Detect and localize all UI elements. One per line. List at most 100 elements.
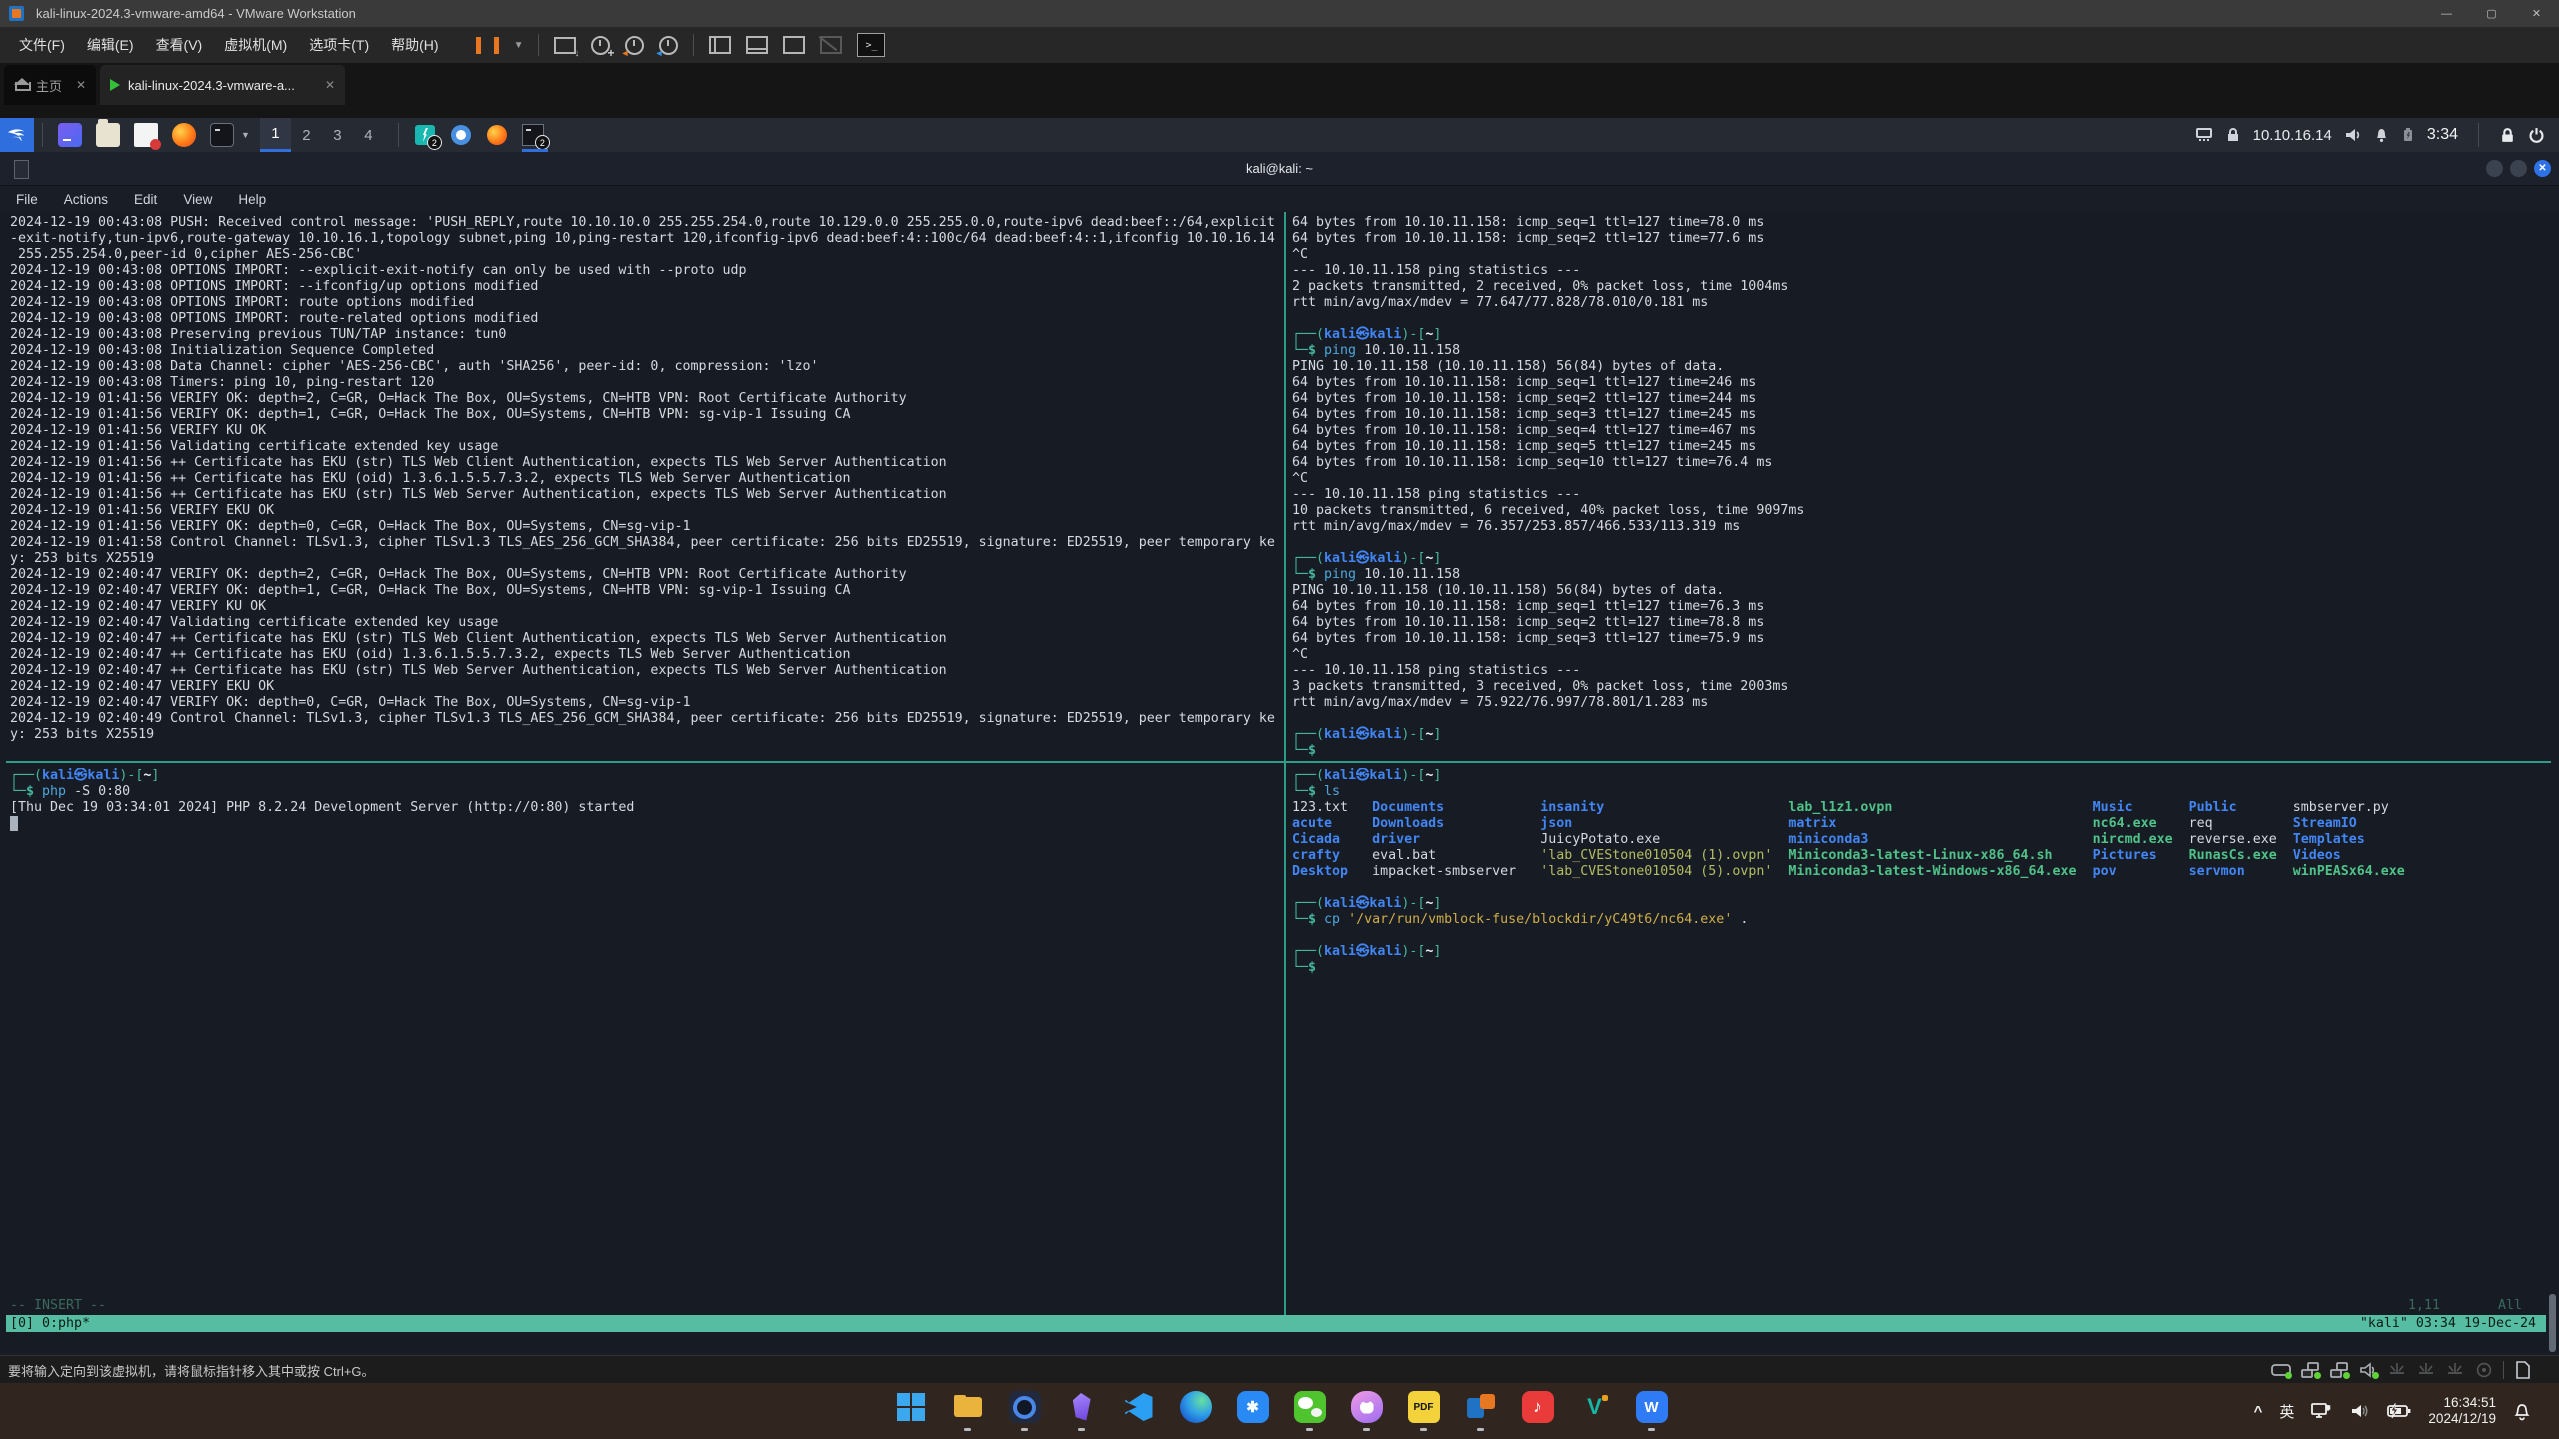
tray-notifications-bell-icon[interactable]: [2513, 1402, 2531, 1421]
device-cdrom-icon[interactable]: [2474, 1361, 2494, 1379]
device-usb-icon[interactable]: [2445, 1361, 2465, 1379]
terminal-menu-item[interactable]: View: [183, 192, 212, 207]
device-network-adapter2-icon[interactable]: [2329, 1361, 2349, 1379]
taskbar-vmware-icon[interactable]: [1464, 1389, 1497, 1433]
launcher-qterminal-icon[interactable]: [58, 123, 82, 147]
taskbar-netease-music-icon[interactable]: ♪: [1521, 1389, 1554, 1433]
terminal-menu-item[interactable]: Edit: [134, 192, 157, 207]
terminal-scrollbar[interactable]: [2549, 1294, 2556, 1352]
vim-cursor-position: 1,11: [2408, 1298, 2440, 1313]
workspace-1[interactable]: 1: [260, 118, 291, 152]
workspace-4[interactable]: 4: [353, 118, 384, 152]
taskbar-wechat-icon[interactable]: [1293, 1389, 1326, 1433]
vmware-menu-item[interactable]: 文件(F): [8, 35, 76, 55]
taskbar-vscode-icon[interactable]: [1122, 1389, 1155, 1433]
suspend-vm-button[interactable]: [476, 37, 499, 54]
device-network-adapter-icon[interactable]: [2300, 1361, 2320, 1379]
pane-bottom-left[interactable]: ┌──(kali㉿kali)-[~] └─$ php -S 0:80 [Thu …: [10, 768, 1282, 1293]
vmware-toolbar: ▼ >_: [476, 33, 886, 57]
console-view-button[interactable]: >_: [857, 33, 885, 57]
tray-hidden-icons-chevron[interactable]: ^: [2254, 1403, 2263, 1420]
vpn-lock-icon[interactable]: [2225, 127, 2241, 143]
terminal-menu-item[interactable]: Help: [238, 192, 266, 207]
tab-vm-kali[interactable]: kali-linux-2024.3-vmware-a... ✕: [100, 65, 345, 105]
device-harddisk-icon[interactable]: [2271, 1361, 2291, 1379]
tray-clock[interactable]: 16:34:51 2024/12/19: [2428, 1395, 2496, 1427]
window-close-button[interactable]: ✕: [2514, 0, 2559, 27]
taskbar-obsidian-icon[interactable]: [1065, 1389, 1098, 1433]
taskbar-clash-cat-icon[interactable]: [1350, 1389, 1383, 1433]
device-usb-icon[interactable]: [2387, 1361, 2407, 1379]
tray-terminal-icon[interactable]: 2: [520, 118, 546, 152]
tmux-horizontal-border[interactable]: [6, 761, 2551, 763]
taskbar-qq-icon[interactable]: ✱: [1236, 1389, 1269, 1433]
terminal-title: kali@kali: ~: [0, 152, 2559, 185]
manage-snapshots-button[interactable]: [659, 36, 678, 55]
taskbar-v2ray-icon[interactable]: V: [1578, 1389, 1611, 1433]
tray-battery-icon[interactable]: [2387, 1403, 2411, 1419]
terminal-menu-item[interactable]: Actions: [64, 192, 108, 207]
workspace-3[interactable]: 3: [322, 118, 353, 152]
volume-icon[interactable]: [2344, 127, 2362, 143]
tab-home[interactable]: 主页 ✕: [4, 65, 96, 105]
tray-power-manager-icon[interactable]: 2: [412, 118, 438, 152]
pane-top-left[interactable]: 2024-12-19 00:43:08 PUSH: Received contr…: [10, 215, 1282, 760]
power-button-icon[interactable]: [2528, 127, 2545, 144]
obsidian-icon: [1066, 1391, 1098, 1423]
vim-scroll-indicator: All: [2498, 1298, 2522, 1313]
panel-clock[interactable]: 3:34: [2427, 126, 2458, 144]
vmware-device-icons: [2271, 1361, 2559, 1379]
vmware-menu-item[interactable]: 查看(V): [145, 35, 214, 55]
tmux-vertical-border[interactable]: [1284, 212, 1286, 1315]
launcher-file-manager-icon[interactable]: [96, 123, 120, 147]
window-maximize-button[interactable]: ▢: [2469, 0, 2514, 27]
tray-chromium-icon[interactable]: [448, 118, 474, 152]
show-thumbnail-bar-button[interactable]: [746, 36, 768, 54]
fullscreen-button[interactable]: [783, 36, 805, 54]
running-indicator: [1306, 1428, 1313, 1431]
revert-snapshot-button[interactable]: [625, 36, 644, 55]
kali-applications-button[interactable]: [0, 118, 34, 152]
pane-top-right[interactable]: 64 bytes from 10.10.11.158: icmp_seq=1 t…: [1292, 215, 2547, 760]
window-minimize-button[interactable]: —: [2424, 0, 2469, 27]
vmware-menu-item[interactable]: 虚拟机(M): [213, 35, 298, 55]
tmux-session-window[interactable]: [0] 0:php*: [6, 1316, 90, 1331]
screen-lock-icon[interactable]: [2499, 127, 2516, 144]
launcher-firefox-icon[interactable]: [172, 123, 196, 147]
notifications-bell-icon[interactable]: [2374, 127, 2389, 143]
vmware-message-icon[interactable]: [2513, 1361, 2533, 1379]
vmware-menu-item[interactable]: 编辑(E): [76, 35, 145, 55]
terminal-minimize-button[interactable]: [2486, 160, 2503, 177]
terminal-close-button[interactable]: ✕: [2534, 160, 2551, 177]
taskbar-start-icon[interactable]: [894, 1389, 927, 1433]
taskbar-file-explorer-icon[interactable]: [951, 1389, 984, 1433]
taskbar-clash-icon[interactable]: [1008, 1389, 1041, 1433]
battery-icon[interactable]: [2401, 127, 2415, 143]
tab-home-close-icon[interactable]: ✕: [66, 78, 86, 92]
tray-firefox-icon[interactable]: [484, 118, 510, 152]
terminal-maximize-button[interactable]: [2510, 160, 2527, 177]
tray-input-language[interactable]: 英: [2279, 1401, 2294, 1422]
take-snapshot-button[interactable]: [591, 36, 610, 55]
pane-bottom-right[interactable]: ┌──(kali㉿kali)-[~] └─$ ls 123.txt Docume…: [1292, 768, 2547, 1293]
power-dropdown-icon[interactable]: ▼: [514, 40, 524, 51]
vmware-menu-item[interactable]: 帮助(H): [380, 35, 449, 55]
launcher-dropdown-icon[interactable]: ▼: [241, 130, 250, 140]
taskbar-pdf-reader-icon[interactable]: PDF: [1407, 1389, 1440, 1433]
vmware-menu-item[interactable]: 选项卡(T): [298, 35, 380, 55]
device-sound-icon[interactable]: [2358, 1361, 2378, 1379]
workspace-2[interactable]: 2: [291, 118, 322, 152]
ethernet-icon[interactable]: [2195, 127, 2213, 143]
device-usb-icon[interactable]: [2416, 1361, 2436, 1379]
taskbar-wps-icon[interactable]: W: [1635, 1389, 1668, 1433]
terminal-menu-item[interactable]: File: [16, 192, 38, 207]
send-ctrl-alt-del-button[interactable]: [554, 37, 576, 54]
show-library-button[interactable]: [709, 36, 731, 54]
tab-vm-close-icon[interactable]: ✕: [315, 78, 335, 92]
tray-volume-icon[interactable]: [2350, 1402, 2370, 1420]
taskbar-edge-icon[interactable]: [1179, 1389, 1212, 1433]
tray-network-icon[interactable]: [2311, 1402, 2333, 1420]
launcher-terminal-icon[interactable]: [210, 123, 234, 147]
launcher-text-editor-icon[interactable]: [134, 123, 158, 147]
terminal-titlebar[interactable]: kali@kali: ~ ✕: [0, 152, 2559, 186]
